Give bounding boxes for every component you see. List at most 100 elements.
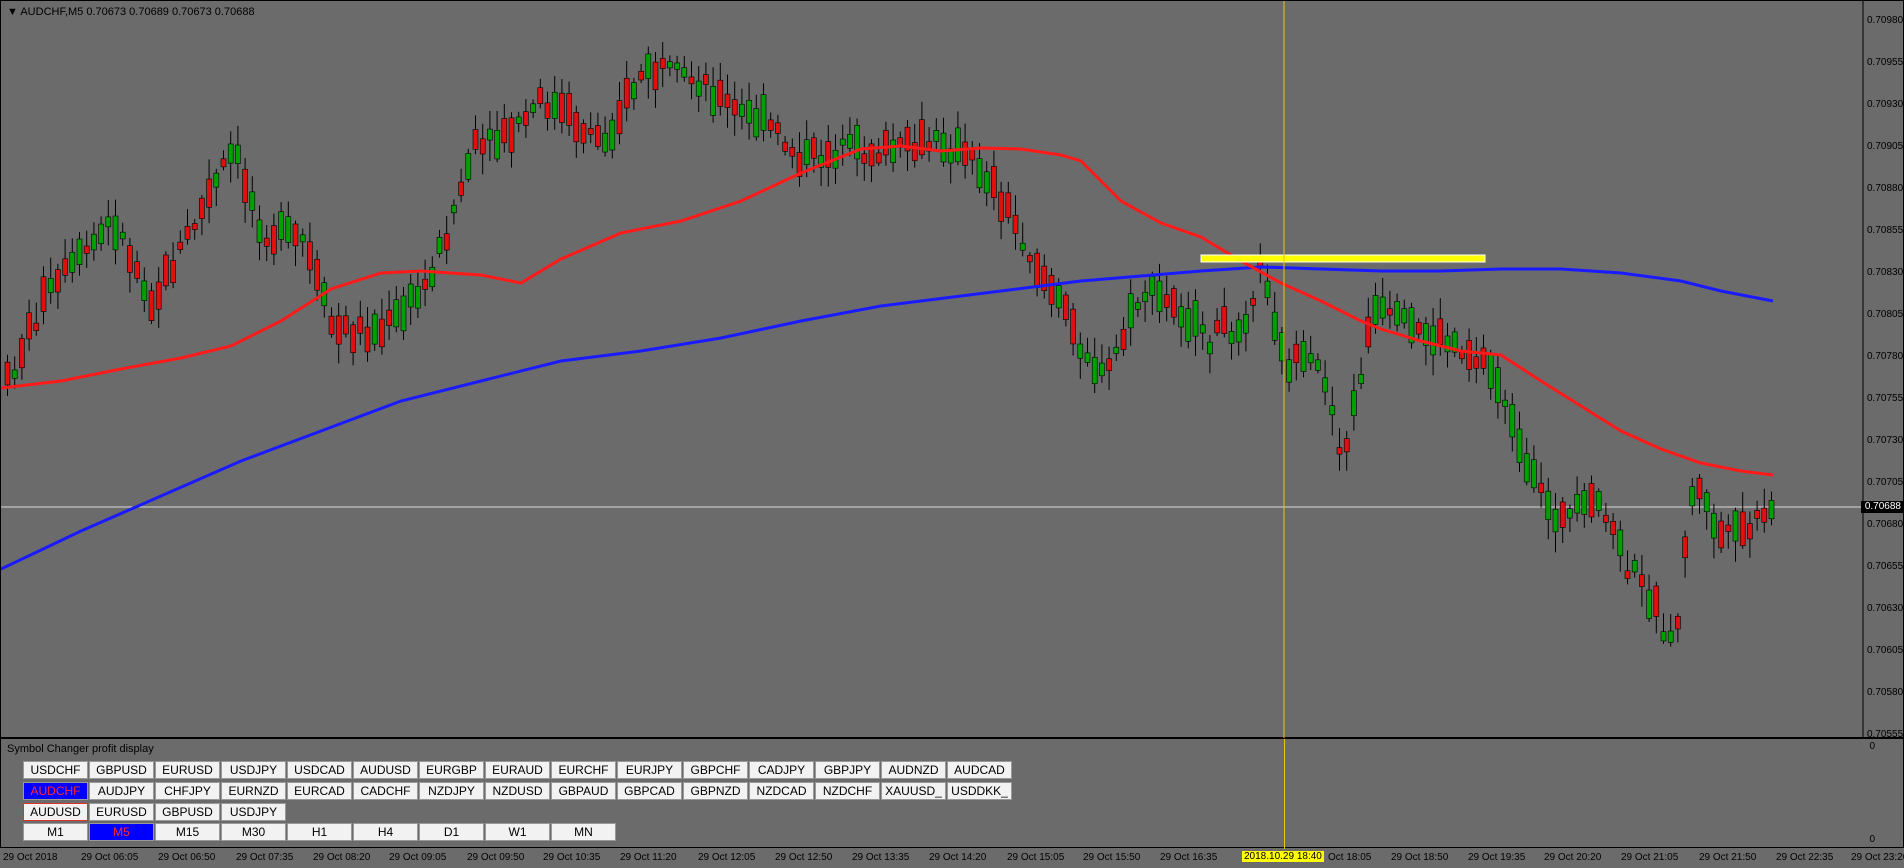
- bear-candle: [1214, 319, 1220, 334]
- dropdown-triangle-icon[interactable]: ▼: [7, 6, 18, 18]
- symbol-button-gbpchf[interactable]: GBPCHF: [683, 761, 748, 779]
- yellow-level-marker: [1200, 254, 1486, 263]
- symbol-button-usddkk[interactable]: USDDKK_: [947, 782, 1012, 800]
- bear-candle: [458, 181, 464, 196]
- timeframe-button-m1[interactable]: M1: [23, 823, 88, 841]
- symbol-button-nzdcad[interactable]: NZDCAD: [749, 782, 814, 800]
- timeframe-button-d1[interactable]: D1: [419, 823, 484, 841]
- timeframe-button-w1[interactable]: W1: [485, 823, 550, 841]
- symbol-button-gbpnzd[interactable]: GBPNZD: [683, 782, 748, 800]
- symbol-button-gbpusd-2[interactable]: GBPUSD: [155, 803, 220, 821]
- bull-candle: [1768, 500, 1775, 520]
- bull-candle: [213, 172, 220, 188]
- symbol-button-audusd[interactable]: AUDUSD: [353, 761, 418, 779]
- symbol-button-audchf[interactable]: AUDCHF: [23, 782, 88, 800]
- bull-candle: [1689, 486, 1696, 507]
- symbol-button-usdchf[interactable]: USDCHF: [23, 761, 88, 779]
- bear-candle: [573, 112, 580, 143]
- time-tick-label: 29 Oct 19:35: [1468, 852, 1526, 863]
- symbol-button-eurjpy[interactable]: EURJPY: [617, 761, 682, 779]
- symbol-button-eurusd[interactable]: EURUSD: [155, 761, 220, 779]
- symbol-button-eurchf[interactable]: EURCHF: [551, 761, 616, 779]
- bull-candle: [710, 86, 716, 116]
- price-tick-label: 0.70705: [1867, 477, 1904, 488]
- timeframe-button-mn[interactable]: MN: [551, 823, 616, 841]
- time-tick-label: 29 Oct 18:50: [1391, 852, 1449, 863]
- symbol-button-eurcad[interactable]: EURCAD: [287, 782, 352, 800]
- symbol-button-usdjpy[interactable]: USDJPY: [221, 761, 286, 779]
- bull-candle: [400, 295, 407, 332]
- symbol-button-usdjpy-2[interactable]: USDJPY: [221, 803, 286, 821]
- symbol-button-audjpy[interactable]: AUDJPY: [89, 782, 154, 800]
- bear-candle: [1610, 521, 1616, 535]
- bull-candle: [494, 130, 500, 160]
- timeframe-button-m5[interactable]: M5: [89, 823, 154, 841]
- symbol-button-audnzd[interactable]: AUDNZD: [881, 761, 946, 779]
- symbol-button-nzdjpy[interactable]: NZDJPY: [419, 782, 484, 800]
- bear-candle: [501, 118, 508, 144]
- symbol-button-eurusd-2[interactable]: EURUSD: [89, 803, 154, 821]
- symbol-button-gbpaud[interactable]: GBPAUD: [551, 782, 616, 800]
- bull-candle: [1235, 319, 1242, 343]
- candlestick-chart[interactable]: [1, 1, 1904, 739]
- symbol-button-eurgbp[interactable]: EURGBP: [419, 761, 484, 779]
- symbol-changer-panel: Symbol Changer profit display 0 0 USDCHF…: [0, 738, 1904, 849]
- bear-candle: [220, 158, 227, 168]
- bull-candle: [1271, 311, 1278, 341]
- symbol-button-cadchf[interactable]: CADCHF: [353, 782, 418, 800]
- price-tick-label: 0.70680: [1867, 519, 1904, 530]
- bull-candle: [1487, 354, 1494, 389]
- bear-candle: [998, 191, 1004, 222]
- symbol-button-gbpjpy[interactable]: GBPJPY: [815, 761, 880, 779]
- bull-candle: [847, 134, 853, 149]
- symbol-button-usdcad[interactable]: USDCAD: [287, 761, 352, 779]
- bear-candle: [335, 315, 342, 345]
- bull-candle: [976, 158, 983, 189]
- symbol-button-euraud[interactable]: EURAUD: [485, 761, 550, 779]
- bull-candle: [803, 139, 810, 165]
- bear-candle: [911, 142, 918, 162]
- bull-candle: [47, 278, 54, 294]
- symbol-button-nzdusd[interactable]: NZDUSD: [485, 782, 550, 800]
- bull-candle: [839, 138, 846, 146]
- bull-candle: [69, 251, 76, 273]
- bull-candle: [746, 99, 752, 124]
- bear-candle: [731, 99, 738, 116]
- bear-candle: [184, 226, 191, 240]
- time-tick-label: 29 Oct 09:05: [389, 852, 447, 863]
- bear-candle: [991, 166, 997, 198]
- bull-candle: [1581, 490, 1588, 515]
- bear-candle: [472, 129, 479, 150]
- symbol-button-eurnzd[interactable]: EURNZD: [221, 782, 286, 800]
- bull-candle: [1660, 631, 1667, 642]
- bear-candle: [587, 128, 594, 135]
- timeframe-button-m15[interactable]: M15: [155, 823, 220, 841]
- symbol-button-nzdchf[interactable]: NZDCHF: [815, 782, 880, 800]
- bull-candle: [1207, 341, 1213, 355]
- bear-candle: [292, 223, 299, 247]
- timeframe-button-h1[interactable]: H1: [287, 823, 352, 841]
- main-chart-area[interactable]: ▼ AUDCHF,M5 0.70673 0.70689 0.70673 0.70…: [0, 0, 1904, 740]
- bear-candle: [1761, 507, 1768, 523]
- symbol-button-audusd-2[interactable]: AUDUSD: [23, 803, 88, 821]
- bear-candle: [242, 168, 248, 203]
- bull-candle: [760, 94, 767, 131]
- bear-candle: [789, 147, 796, 157]
- timeframe-button-h4[interactable]: H4: [353, 823, 418, 841]
- bull-candle: [1286, 359, 1292, 383]
- time-tick-label: 29 Oct 14:20: [929, 852, 987, 863]
- time-tick-label: 29 Oct 15:50: [1083, 852, 1141, 863]
- bear-candle: [775, 122, 781, 134]
- bear-candle: [1588, 483, 1595, 518]
- bear-candle: [1343, 438, 1350, 453]
- symbol-button-gbpusd[interactable]: GBPUSD: [89, 761, 154, 779]
- time-tick-label: 29 Oct 20:20: [1544, 852, 1602, 863]
- symbol-button-audcad[interactable]: AUDCAD: [947, 761, 1012, 779]
- symbol-button-chfjpy[interactable]: CHFJPY: [155, 782, 220, 800]
- bull-candle: [1703, 492, 1710, 513]
- chart-title: ▼ AUDCHF,M5 0.70673 0.70689 0.70673 0.70…: [7, 6, 255, 18]
- symbol-button-xauusd[interactable]: XAUUSD_: [881, 782, 946, 800]
- symbol-button-cadjpy[interactable]: CADJPY: [749, 761, 814, 779]
- timeframe-button-m30[interactable]: M30: [221, 823, 286, 841]
- symbol-button-gbpcad[interactable]: GBPCAD: [617, 782, 682, 800]
